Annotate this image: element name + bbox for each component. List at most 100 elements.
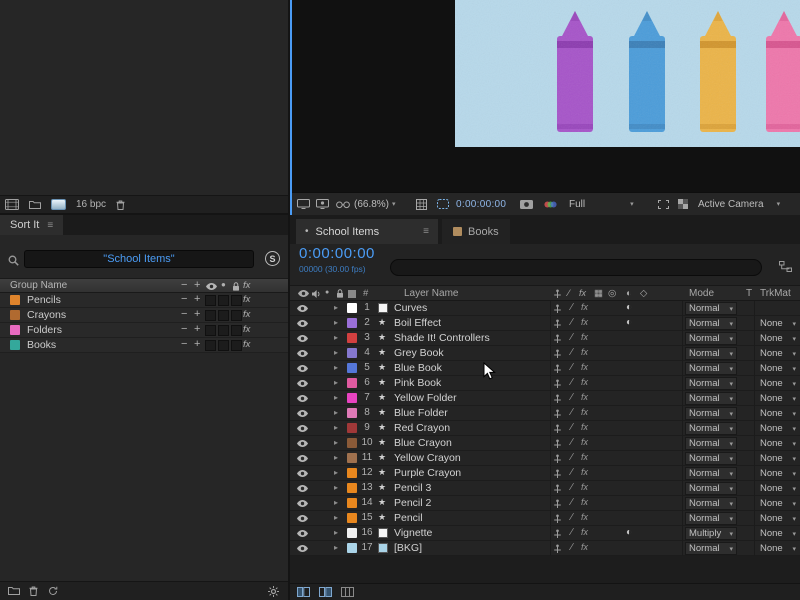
- quality-switch-icon[interactable]: ∕: [571, 362, 573, 373]
- layer-row[interactable]: ▸11★Yellow Crayon∕fxNormal▾None▾: [290, 451, 800, 466]
- blend-mode-dropdown[interactable]: Normal▾: [685, 452, 737, 465]
- layer-name-column-header[interactable]: Layer Name: [404, 288, 458, 299]
- add-group-button[interactable]: +: [194, 308, 200, 320]
- layer-label-swatch[interactable]: [347, 528, 357, 538]
- shy-switch-icon[interactable]: [553, 454, 562, 463]
- layer-row[interactable]: ▸1Curves∕fx◐Normal▾: [290, 301, 800, 316]
- layer-label-swatch[interactable]: [347, 498, 357, 508]
- layer-visibility-toggle[interactable]: [297, 320, 308, 327]
- layer-visibility-toggle[interactable]: [297, 335, 308, 342]
- magnification-dropdown[interactable]: (66.8%)▾: [354, 193, 396, 215]
- tab-school-items[interactable]: • School Items ≡: [296, 219, 438, 244]
- add-group-button[interactable]: +: [194, 323, 200, 335]
- layer-visibility-toggle[interactable]: [297, 485, 308, 492]
- shy-switch-icon[interactable]: [553, 334, 562, 343]
- layer-visibility-toggle[interactable]: [297, 455, 308, 462]
- layer-label-swatch[interactable]: [347, 303, 357, 313]
- shy-switch-icon[interactable]: [553, 379, 562, 388]
- fx-switch-icon[interactable]: fx: [581, 512, 588, 522]
- gear-icon[interactable]: [268, 586, 279, 597]
- layer-row[interactable]: ▸3★Shade It! Controllers∕fxNormal▾None▾: [290, 331, 800, 346]
- layer-expander[interactable]: ▸: [334, 333, 338, 342]
- layer-visibility-toggle[interactable]: [297, 470, 308, 477]
- toggle-inout-pane-icon[interactable]: [341, 587, 354, 597]
- remove-group-button[interactable]: −: [181, 308, 187, 320]
- layer-label-swatch[interactable]: [347, 318, 357, 328]
- quality-switch-icon[interactable]: ∕: [571, 482, 573, 493]
- group-visibility-box[interactable]: [205, 340, 216, 351]
- layer-expander[interactable]: ▸: [334, 348, 338, 357]
- group-visibility-box[interactable]: [205, 295, 216, 306]
- fx-switch-icon[interactable]: fx: [581, 437, 588, 447]
- panel-menu-icon[interactable]: ≡: [47, 220, 53, 231]
- blend-mode-dropdown[interactable]: Normal▾: [685, 422, 737, 435]
- fx-switch-icon[interactable]: fx: [581, 542, 588, 552]
- group-lock-box[interactable]: [231, 310, 242, 321]
- layer-label-swatch[interactable]: [347, 453, 357, 463]
- snapshot-icon[interactable]: [520, 193, 533, 215]
- fx-switch-icon[interactable]: fx: [581, 422, 588, 432]
- interpret-footage-icon[interactable]: [5, 199, 19, 210]
- blend-mode-dropdown[interactable]: Normal▾: [685, 332, 737, 345]
- layer-name[interactable]: Boil Effect: [394, 317, 441, 329]
- trkmat-dropdown[interactable]: None▾: [758, 422, 798, 435]
- layer-label-swatch[interactable]: [347, 483, 357, 493]
- quality-switch-icon[interactable]: ∕: [571, 392, 573, 403]
- script-badge[interactable]: S: [265, 251, 280, 266]
- group-solo-box[interactable]: [218, 340, 229, 351]
- layer-row[interactable]: ▸16Vignette∕fx◐Multiply▾None▾: [290, 526, 800, 541]
- blend-mode-dropdown[interactable]: Normal▾: [685, 377, 737, 390]
- mask-visibility-icon[interactable]: [437, 193, 449, 215]
- color-depth-chip[interactable]: [51, 199, 66, 210]
- quality-switch-icon[interactable]: ∕: [571, 497, 573, 508]
- layer-label-swatch[interactable]: [347, 423, 357, 433]
- add-group-button[interactable]: +: [194, 338, 200, 350]
- quality-switch-icon[interactable]: ∕: [571, 347, 573, 358]
- shy-switch-icon[interactable]: [553, 544, 562, 553]
- group-row[interactable]: Crayons−+fx: [0, 308, 288, 323]
- layer-visibility-toggle[interactable]: [297, 380, 308, 387]
- trkmat-dropdown[interactable]: None▾: [758, 467, 798, 480]
- quality-switch-icon[interactable]: ∕: [571, 422, 573, 433]
- layer-visibility-toggle[interactable]: [297, 410, 308, 417]
- layer-visibility-toggle[interactable]: [297, 545, 308, 552]
- layer-label-swatch[interactable]: [347, 468, 357, 478]
- layer-row[interactable]: ▸4★Grey Book∕fxNormal▾None▾: [290, 346, 800, 361]
- fx-switch-icon[interactable]: fx: [581, 347, 588, 357]
- trkmat-dropdown[interactable]: None▾: [758, 497, 798, 510]
- layer-expander[interactable]: ▸: [334, 498, 338, 507]
- folder-icon[interactable]: [8, 586, 20, 595]
- toggle-switches-pane-icon[interactable]: [297, 587, 310, 597]
- layer-name[interactable]: Vignette: [394, 527, 432, 539]
- trkmat-column-header[interactable]: TrkMat: [760, 288, 791, 299]
- layer-visibility-toggle[interactable]: [297, 365, 308, 372]
- layer-label-swatch[interactable]: [347, 333, 357, 343]
- layer-expander[interactable]: ▸: [334, 318, 338, 327]
- trkmat-dropdown[interactable]: None▾: [758, 452, 798, 465]
- blend-mode-dropdown[interactable]: Normal▾: [685, 362, 737, 375]
- fx-switch-icon[interactable]: fx: [581, 392, 588, 402]
- quality-switch-icon[interactable]: ∕: [571, 317, 573, 328]
- blend-mode-dropdown[interactable]: Normal▾: [685, 407, 737, 420]
- monitor-icon[interactable]: [297, 193, 310, 215]
- group-visibility-box[interactable]: [205, 310, 216, 321]
- blend-mode-dropdown[interactable]: Normal▾: [685, 542, 737, 555]
- quality-switch-icon[interactable]: ∕: [571, 377, 573, 388]
- layer-row[interactable]: ▸17[BKG]∕fxNormal▾None▾: [290, 541, 800, 556]
- layer-expander[interactable]: ▸: [334, 453, 338, 462]
- layer-label-swatch[interactable]: [347, 378, 357, 388]
- layer-expander[interactable]: ▸: [334, 543, 338, 552]
- trkmat-dropdown[interactable]: None▾: [758, 392, 798, 405]
- layer-row[interactable]: ▸6★Pink Book∕fxNormal▾None▾: [290, 376, 800, 391]
- blend-mode-dropdown[interactable]: Normal▾: [685, 347, 737, 360]
- sort-it-tab[interactable]: Sort It ≡: [0, 215, 63, 235]
- layer-expander[interactable]: ▸: [334, 423, 338, 432]
- adjustment-layer-badge[interactable]: ◐: [626, 527, 632, 538]
- layer-name[interactable]: Grey Book: [394, 347, 444, 359]
- remove-group-button[interactable]: −: [181, 323, 187, 335]
- quality-switch-icon[interactable]: ∕: [571, 437, 573, 448]
- group-search-input[interactable]: [24, 250, 254, 268]
- layer-expander[interactable]: ▸: [334, 483, 338, 492]
- fx-switch-icon[interactable]: fx: [581, 377, 588, 387]
- trkmat-dropdown[interactable]: None▾: [758, 347, 798, 360]
